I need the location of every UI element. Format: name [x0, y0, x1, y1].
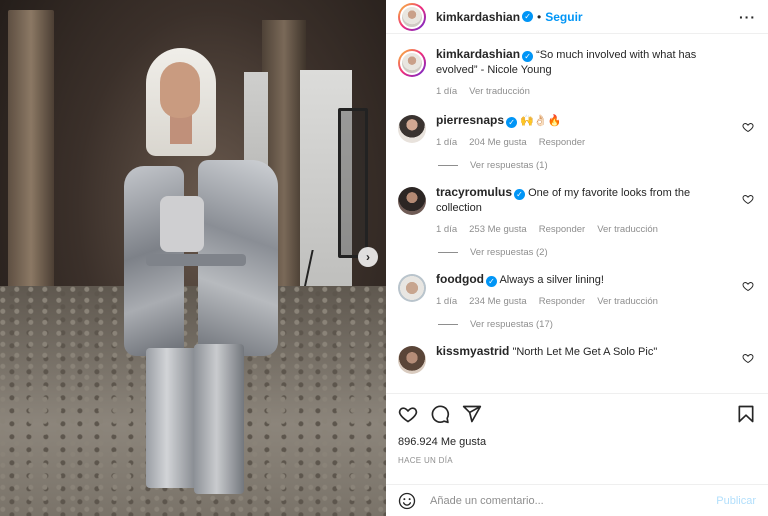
chevron-right-icon: ›	[366, 250, 370, 264]
comment-item: pierresnaps ✓ 🙌👌🏻🔥 1 día 204 Me gusta Res…	[398, 113, 756, 150]
post-timestamp[interactable]: HACE UN DÍA	[398, 456, 756, 465]
comment-likes[interactable]: 253 Me gusta	[469, 222, 527, 237]
view-replies-label: Ver respuestas (17)	[470, 319, 553, 330]
view-replies-button[interactable]: Ver respuestas (17)	[438, 319, 756, 330]
reply-button[interactable]: Responder	[539, 294, 585, 309]
heart-icon[interactable]	[742, 193, 754, 205]
view-replies-label: Ver respuestas (2)	[470, 247, 548, 258]
verified-badge-icon: ✓	[506, 117, 518, 128]
studio-light	[338, 108, 368, 258]
add-comment-bar: Publicar	[386, 484, 768, 516]
author-username[interactable]: kimkardashian	[436, 10, 520, 24]
heart-icon[interactable]	[742, 121, 754, 133]
comment-username[interactable]: kissmyastrid	[436, 344, 509, 358]
avatar[interactable]	[398, 346, 426, 374]
avatar[interactable]	[398, 115, 426, 143]
avatar[interactable]	[398, 187, 426, 215]
caption-username[interactable]: kimkardashian	[436, 47, 520, 61]
verified-badge-icon: ✓	[522, 11, 534, 22]
more-options-icon[interactable]: ···	[739, 9, 756, 25]
post-header: kimkardashian ✓ • Seguir ···	[386, 0, 768, 34]
comment-time[interactable]: 1 día	[436, 222, 457, 237]
comment-text: 🙌👌🏻🔥	[520, 115, 562, 127]
comment-text: Always a silver lining!	[499, 274, 604, 286]
comment-time[interactable]: 1 día	[436, 135, 457, 150]
verified-badge-icon: ✓	[485, 276, 497, 287]
publish-button[interactable]: Publicar	[716, 495, 756, 507]
comment-item: kissmyastrid "North Let Me Get A Solo Pi…	[398, 344, 756, 374]
translate-link[interactable]: Ver traducción	[469, 84, 530, 99]
caption: kimkardashian ✓ “So much involved with wh…	[398, 47, 756, 99]
view-replies-label: Ver respuestas (1)	[470, 160, 548, 171]
comment-username[interactable]: tracyromulus	[436, 185, 512, 199]
reply-button[interactable]: Responder	[539, 222, 585, 237]
woman-in-silver-satin-suit	[120, 48, 280, 498]
heart-icon[interactable]	[398, 404, 418, 424]
comment-text: "North Let Me Get A Solo Pic"	[512, 346, 658, 358]
avatar[interactable]	[398, 49, 426, 77]
verified-badge-icon: ✓	[514, 189, 526, 200]
post-actions: 896.924 Me gusta HACE UN DÍA	[386, 393, 768, 465]
share-icon[interactable]	[462, 404, 482, 424]
comment-likes[interactable]: 204 Me gusta	[469, 135, 527, 150]
comment-username[interactable]: foodgod	[436, 272, 484, 286]
heart-icon[interactable]	[742, 280, 754, 292]
comment-username[interactable]: pierresnaps	[436, 113, 504, 127]
comment-item: tracyromulus ✓ One of my favorite looks f…	[398, 185, 756, 237]
avatar[interactable]	[398, 274, 426, 302]
emoji-icon[interactable]	[398, 492, 416, 510]
comment-likes[interactable]: 234 Me gusta	[469, 294, 527, 309]
comments-list[interactable]: kimkardashian ✓ “So much involved with wh…	[386, 35, 768, 392]
view-replies-button[interactable]: Ver respuestas (1)	[438, 160, 756, 171]
reply-button[interactable]: Responder	[539, 135, 585, 150]
caption-time[interactable]: 1 día	[436, 84, 457, 99]
bookmark-icon[interactable]	[736, 404, 756, 424]
follow-button[interactable]: Seguir	[545, 10, 582, 24]
instagram-post: › kimkardashian ✓ • Seguir ··· kimkardas…	[0, 0, 768, 516]
verified-badge-icon: ✓	[522, 51, 534, 62]
avatar[interactable]	[398, 2, 426, 31]
view-replies-button[interactable]: Ver respuestas (2)	[438, 247, 756, 258]
translate-link[interactable]: Ver traducción	[597, 294, 658, 309]
comment-item: foodgod ✓ Always a silver lining! 1 día 2…	[398, 272, 756, 309]
translate-link[interactable]: Ver traducción	[597, 222, 658, 237]
comment-icon[interactable]	[430, 404, 450, 424]
separator-dot: •	[537, 9, 542, 24]
like-count[interactable]: 896.924 Me gusta	[398, 436, 756, 448]
heart-icon[interactable]	[742, 352, 754, 364]
next-photo-button[interactable]: ›	[358, 247, 378, 267]
post-sidebar: kimkardashian ✓ • Seguir ··· kimkardashi…	[386, 0, 768, 516]
comment-time[interactable]: 1 día	[436, 294, 457, 309]
pillar	[8, 10, 54, 295]
comment-input[interactable]	[430, 494, 717, 507]
post-photo[interactable]: ›	[0, 0, 386, 516]
